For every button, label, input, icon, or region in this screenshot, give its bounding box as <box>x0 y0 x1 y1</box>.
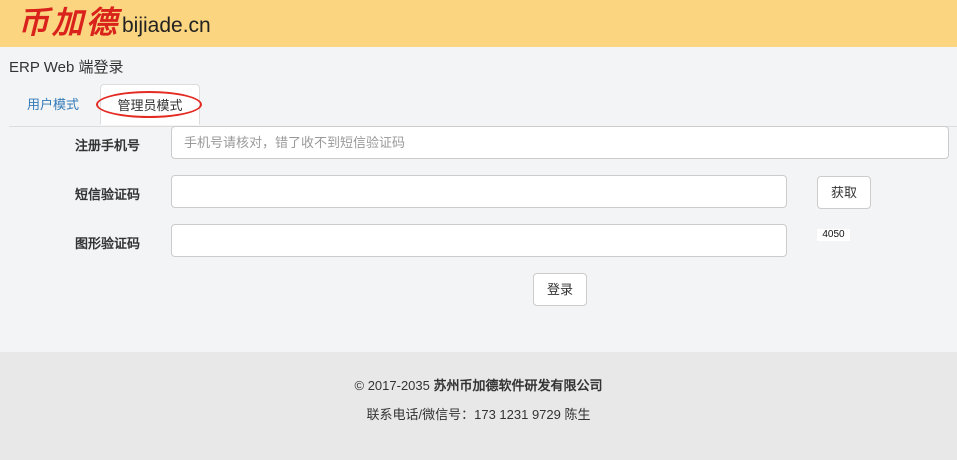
site-logo[interactable]: 币加德 bijiade.cn <box>18 3 211 43</box>
captcha-image[interactable]: 4050 <box>817 229 850 241</box>
login-mode-tabs: 用户模式 管理员模式 <box>9 84 957 127</box>
sms-code-input[interactable] <box>171 175 787 208</box>
captcha-input[interactable] <box>171 224 787 257</box>
sms-code-label: 短信验证码 <box>74 187 140 202</box>
site-footer: © 2017-2035 苏州币加德软件研发有限公司 联系电话/微信号：173 1… <box>0 352 957 460</box>
site-header: 币加德 bijiade.cn <box>0 0 957 47</box>
logo-chinese-text: 币加德 <box>18 5 120 41</box>
login-button[interactable]: 登录 <box>533 273 587 306</box>
tab-admin-mode[interactable]: 管理员模式 <box>100 84 200 125</box>
get-code-button[interactable]: 获取 <box>817 176 871 209</box>
phone-label: 注册手机号 <box>74 138 140 153</box>
contact-line: 联系电话/微信号：173 1231 9729 陈生 <box>366 407 591 422</box>
company-name: 苏州币加德软件研发有限公司 <box>433 378 603 393</box>
copyright-line: © 2017-2035 苏州币加德软件研发有限公司 <box>0 375 957 394</box>
phone-input[interactable] <box>171 126 949 159</box>
captcha-label: 图形验证码 <box>74 236 140 251</box>
page-title: ERP Web 端登录 <box>9 59 124 76</box>
tab-user-mode[interactable]: 用户模式 <box>9 84 97 125</box>
logo-domain-text: bijiade.cn <box>122 14 211 37</box>
copyright-text: © 2017-2035 <box>354 378 434 393</box>
